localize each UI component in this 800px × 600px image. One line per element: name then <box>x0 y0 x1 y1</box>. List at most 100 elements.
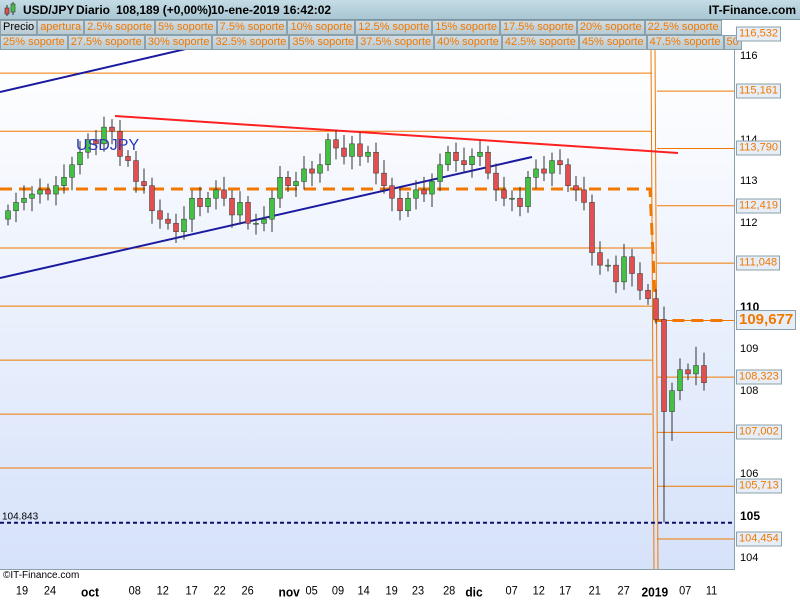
candle-down <box>109 126 115 132</box>
x-tick-label: 23 <box>411 584 425 598</box>
indicator-tab[interactable]: 25% soporte <box>0 35 68 50</box>
x-tick-label: 12 <box>532 584 545 598</box>
indicator-tab[interactable]: 32.5% soporte <box>212 35 290 50</box>
price-label: 108,189 (+0,00%) <box>116 3 212 17</box>
indicator-tabs-row-2: 25% soporte 27.5% soporte 30% soporte 32.5%… <box>0 35 742 50</box>
low-marker-label: 104.843 <box>2 512 39 523</box>
candle-down <box>165 218 171 224</box>
candle-down <box>421 189 427 195</box>
candle-down <box>125 156 131 161</box>
indicator-tab[interactable]: apertura <box>37 20 85 35</box>
candle-up <box>413 189 419 199</box>
candle-down <box>157 210 163 220</box>
support-level-label: 115,161 <box>736 83 781 99</box>
candle-up <box>325 139 331 166</box>
indicator-tab[interactable]: Precio <box>0 20 38 35</box>
candle-up <box>69 164 75 178</box>
plot-area[interactable]: 104.843 USDJPY <box>0 50 735 570</box>
x-tick-label: 12 <box>156 584 169 598</box>
indicator-tab[interactable]: 10% soporte <box>287 20 356 35</box>
indicator-tab[interactable]: 2.5% soporte <box>84 20 155 35</box>
price-chart: 104.843 <box>0 50 734 569</box>
support-level-label: 112,419 <box>736 198 781 214</box>
indicator-tabs-row-1: Precio apertura 2.5% soporte 5% soporte 7.5%… <box>0 20 722 35</box>
site-name: IT-Finance.com <box>708 3 796 17</box>
y-tick-label: 105 <box>740 509 761 524</box>
candlestick-logo-icon <box>4 2 16 16</box>
x-tick-label: 17 <box>185 584 198 598</box>
indicator-tab[interactable]: 15% soporte <box>432 20 500 35</box>
candle-up <box>605 264 611 267</box>
x-tick-label: oct <box>81 584 99 600</box>
indicator-tab[interactable]: 5% soporte <box>155 20 217 35</box>
candle-up <box>293 181 299 186</box>
copyright: ©IT-Finance.com <box>3 570 80 581</box>
indicator-tab[interactable]: 17.5% soporte <box>499 20 577 35</box>
candle-up <box>181 218 187 232</box>
candle-down <box>397 197 403 212</box>
candle-up <box>533 168 539 178</box>
candle-down <box>309 168 315 174</box>
candle-down <box>653 298 659 320</box>
candle-down <box>565 164 571 186</box>
candle-down <box>333 139 339 149</box>
indicator-tab[interactable]: 30% soporte <box>144 35 213 50</box>
indicator-tab[interactable]: 20% soporte <box>576 20 645 35</box>
candle-up <box>509 197 515 200</box>
candle-down <box>381 172 387 186</box>
x-tick-label: dic <box>465 584 483 600</box>
candle-down <box>141 181 147 186</box>
x-tick-label: 08 <box>128 584 141 598</box>
candle-down <box>149 185 155 212</box>
candle-up <box>477 151 483 157</box>
candle-down <box>45 189 51 195</box>
indicator-tab[interactable]: 47.5% soporte <box>646 35 724 50</box>
candle-up <box>365 151 371 157</box>
candle-up <box>301 168 307 182</box>
indicator-tab[interactable]: 45% soporte <box>578 35 647 50</box>
candle-up <box>213 189 219 199</box>
x-tick-label: 05 <box>305 584 318 598</box>
candle-down <box>229 197 235 216</box>
indicator-tab[interactable]: 35% soporte <box>289 35 358 50</box>
indicator-tab[interactable]: 40% soporte <box>434 35 502 50</box>
candle-down <box>701 365 707 383</box>
candle-up <box>405 197 411 212</box>
candle-down <box>597 252 603 266</box>
candle-down <box>541 168 547 174</box>
chart-header: USD/JPY Diario 108,189 (+0,00%) 10-ene-2… <box>0 0 800 20</box>
support-level-label: 113,790 <box>736 140 781 156</box>
candle-up <box>269 197 275 220</box>
indicator-tab[interactable]: 12.5% soporte <box>355 20 433 35</box>
indicator-tab[interactable]: 27.5% soporte <box>67 35 145 50</box>
candle-down <box>197 197 203 207</box>
resistance-trendline <box>114 115 679 154</box>
candle-up <box>5 210 11 220</box>
candle-down <box>221 189 227 199</box>
indicator-tab[interactable]: 42.5% soporte <box>501 35 579 50</box>
upper-channel-trendline <box>0 50 186 93</box>
candle-up <box>261 218 267 224</box>
chart-symbol-label: USDJPY <box>76 137 140 154</box>
indicator-tab[interactable]: 7.5% soporte <box>216 20 288 35</box>
candle-down <box>661 319 667 412</box>
y-tick-label: 108 <box>740 384 759 397</box>
x-tick-label: 09 <box>331 584 345 598</box>
indicator-tab[interactable]: 37.5% soporte <box>357 35 435 50</box>
support-level-label: 105,713 <box>736 478 782 494</box>
candle-up <box>525 177 531 207</box>
candle-down <box>637 273 643 291</box>
candle-down <box>517 197 523 207</box>
candle-down <box>453 151 459 161</box>
support-level-label: 111,048 <box>736 255 781 271</box>
period-label: Diario <box>76 3 111 17</box>
candle-up <box>237 202 243 216</box>
x-tick-label: 17 <box>559 584 572 598</box>
candle-up <box>445 151 451 166</box>
candle-down <box>629 256 635 274</box>
indicator-tab[interactable]: 22.5% soporte <box>644 20 722 35</box>
x-tick-label: 26 <box>241 584 254 598</box>
candle-down <box>285 177 291 186</box>
candle-down <box>589 202 595 253</box>
y-tick-label: 104 <box>740 551 759 564</box>
